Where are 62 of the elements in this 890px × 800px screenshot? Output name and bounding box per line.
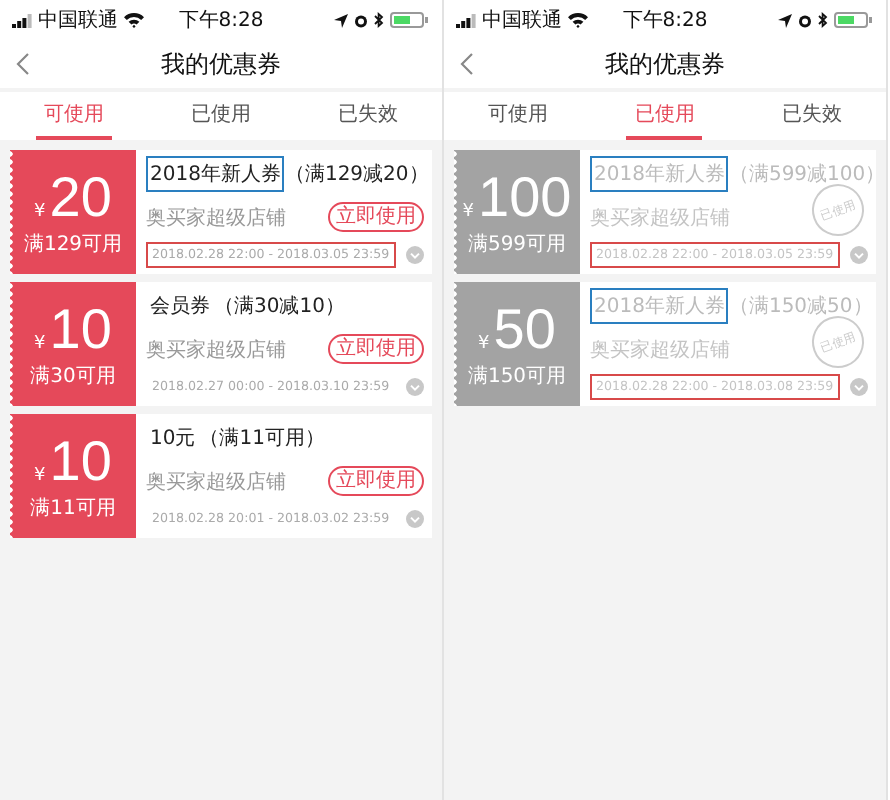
expand-icon[interactable] [406, 378, 424, 396]
battery-icon [834, 12, 874, 28]
battery-icon [390, 12, 430, 28]
clock-time: 下午8:28 [178, 8, 264, 34]
signal-icon [456, 13, 476, 27]
expand-icon[interactable] [406, 246, 424, 264]
store-name: 奥买家超级店铺 [146, 337, 286, 363]
alarm-icon [354, 13, 368, 27]
coupon-condition: 满129可用 [23, 231, 123, 257]
coupon-name: 10元 [148, 426, 198, 454]
use-now-button[interactable]: 立即使用 [328, 466, 424, 496]
use-now-button[interactable]: 立即使用 [328, 334, 424, 364]
currency-sign: ¥ [34, 201, 46, 221]
signal-icon [12, 13, 32, 27]
store-name: 奥买家超级店铺 [590, 205, 730, 231]
coupon-condition: 满11可用 [30, 495, 116, 521]
page-title: 我的优惠券 [161, 47, 281, 81]
expand-icon[interactable] [850, 246, 868, 264]
coupon-name: 会员券 [148, 293, 212, 322]
coupon-amount: 100 [478, 167, 572, 227]
store-name: 奥买家超级店铺 [146, 469, 286, 495]
location-icon [778, 13, 792, 27]
alarm-icon [798, 13, 812, 27]
coupon-condition: 满150可用 [467, 363, 567, 389]
tab[interactable]: 已失效 [330, 92, 407, 140]
store-name: 奥买家超级店铺 [146, 205, 286, 231]
coupon-condition: 满599可用 [467, 231, 567, 257]
tab[interactable]: 可使用 [479, 92, 556, 140]
use-now-button[interactable]: 立即使用 [328, 202, 424, 232]
bluetooth-icon [374, 12, 384, 28]
carrier-name: 中国联通 [38, 7, 118, 34]
tab[interactable]: 可使用 [35, 92, 112, 140]
tab[interactable]: 已使用 [626, 92, 703, 140]
expand-icon[interactable] [850, 378, 868, 396]
currency-sign: ¥ [34, 333, 46, 353]
coupon-amount: 10 [49, 299, 112, 359]
coupon-terms: （满30减10） [214, 293, 345, 320]
coupon-amount: 20 [49, 167, 112, 227]
currency-sign: ¥ [462, 201, 474, 221]
store-name: 奥买家超级店铺 [590, 337, 730, 363]
carrier-name: 中国联通 [482, 7, 562, 34]
expand-icon[interactable] [406, 510, 424, 528]
wifi-icon [124, 12, 144, 28]
currency-sign: ¥ [478, 333, 490, 353]
location-icon [334, 13, 348, 27]
coupon-terms: （满11可用） [199, 425, 325, 452]
coupon-name: 2018年新人券 [590, 288, 729, 324]
coupon-amount: 10 [49, 431, 112, 491]
currency-sign: ¥ [34, 465, 46, 485]
tab[interactable]: 已失效 [774, 92, 851, 140]
page-title: 我的优惠券 [605, 47, 725, 81]
clock-time: 下午8:28 [622, 8, 708, 34]
tab[interactable]: 已使用 [182, 92, 259, 140]
coupon-name: 2018年新人券 [590, 156, 729, 192]
coupon-condition: 满30可用 [30, 363, 116, 389]
back-icon[interactable] [16, 52, 30, 76]
coupon-terms: （满129减20） [284, 161, 429, 188]
coupon-amount: 50 [493, 299, 556, 359]
coupon-name: 2018年新人券 [146, 156, 285, 192]
back-icon[interactable] [460, 52, 474, 76]
wifi-icon [568, 12, 588, 28]
bluetooth-icon [818, 12, 828, 28]
